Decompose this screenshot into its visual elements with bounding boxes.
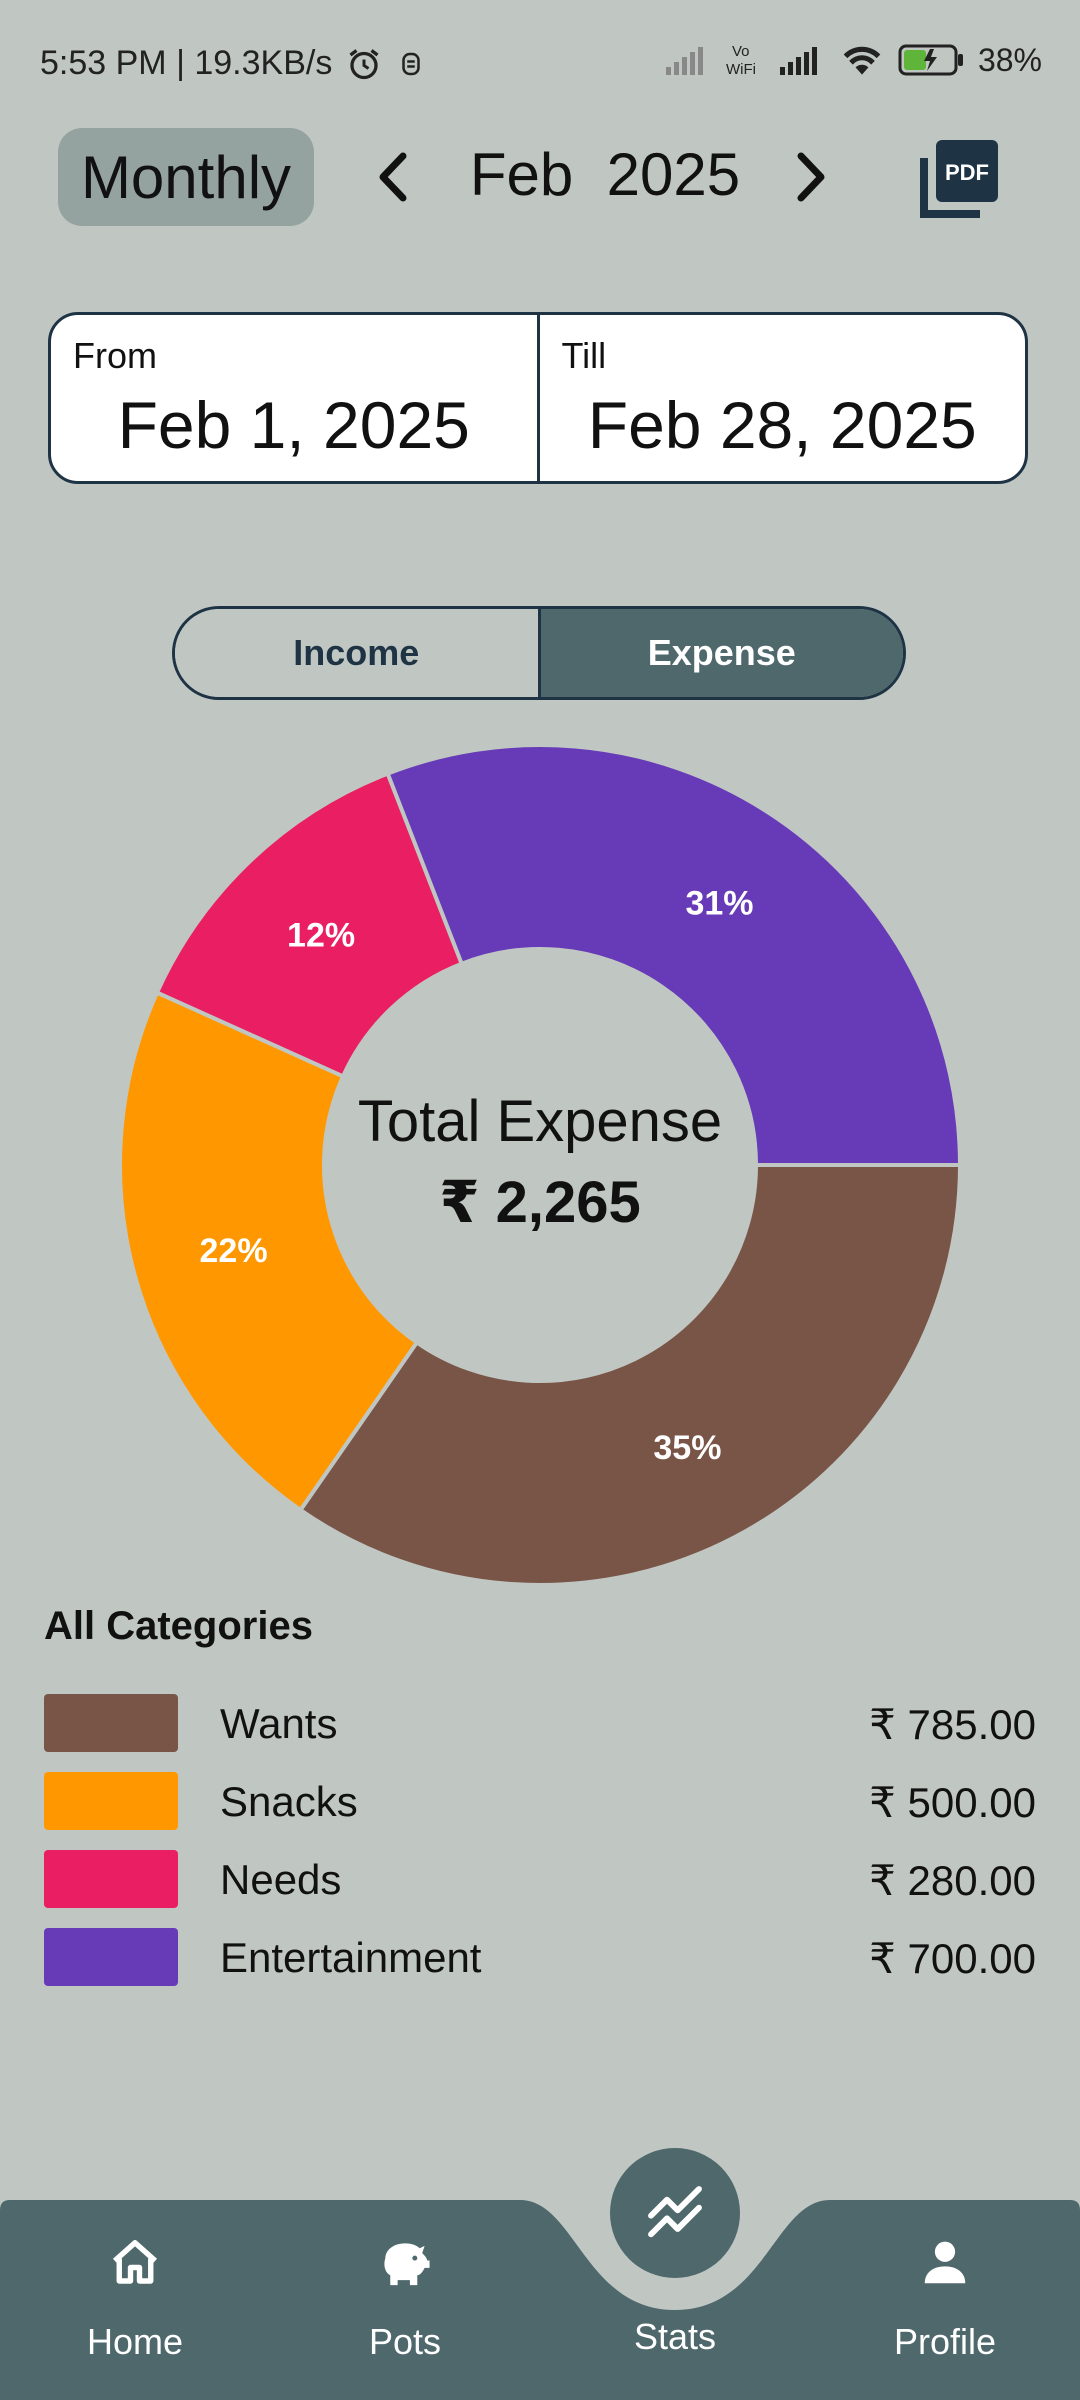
income-expense-toggle: Income Expense (172, 606, 906, 700)
export-pdf-button[interactable]: PDF (916, 136, 1002, 222)
bottom-navigation: Home Pots Stats Profile (0, 2148, 1080, 2400)
signal-icon (665, 45, 712, 75)
nav-profile[interactable]: Profile (845, 2236, 1045, 2363)
category-color-swatch (44, 1928, 178, 1986)
donut-label-entertainment: 31% (685, 885, 753, 923)
nav-stats-label: Stats (633, 2316, 717, 2357)
category-amount: ₹ 785.00 (869, 1701, 1036, 1748)
status-time: 5:53 PM | 19.3KB/s (40, 44, 333, 82)
nav-stats[interactable]: Stats (575, 2236, 775, 2358)
nav-home-label: Home (86, 2321, 184, 2362)
profile-icon (924, 2241, 966, 2284)
categories-heading: All Categories (44, 1604, 313, 1648)
chevron-right-icon (797, 152, 825, 202)
donut-label-wants: 35% (653, 1429, 721, 1467)
category-row-snacks[interactable]: Snacks ₹ 500.00 (44, 1772, 1036, 1850)
from-date-value: Feb 1, 2025 (117, 388, 470, 462)
period-selector-button[interactable]: Monthly (58, 128, 314, 226)
category-row-wants[interactable]: Wants ₹ 785.00 (44, 1694, 1036, 1772)
period-header: Monthly Feb 2025 PDF (0, 128, 1080, 228)
svg-text:WiFi: WiFi (726, 61, 756, 78)
chart-center-amount: ₹ 2,265 (439, 1170, 641, 1235)
battery-icon (898, 43, 964, 77)
svg-text:PDF: PDF (945, 160, 989, 185)
nav-pots-label: Pots (368, 2321, 442, 2362)
income-tab[interactable]: Income (175, 609, 538, 697)
battery-percent: 38% (977, 41, 1042, 78)
category-color-swatch (44, 1850, 178, 1908)
alarm-icon (346, 46, 382, 82)
nav-pots[interactable]: Pots (305, 2236, 505, 2363)
expense-tab[interactable]: Expense (537, 609, 903, 697)
from-label: From (73, 335, 157, 376)
category-list: Wants ₹ 785.00 Snacks ₹ 500.00 Needs ₹ 2… (44, 1694, 1036, 2006)
date-range-card: From Feb 1, 2025 Till Feb 28, 2025 (48, 312, 1028, 484)
prev-month-button[interactable] (360, 144, 426, 210)
piggy-bank-icon (384, 2243, 430, 2286)
category-name: Wants (220, 1700, 338, 1747)
status-left: 5:53 PM | 19.3KB/s (40, 44, 426, 83)
vowifi-icon: Vo WiFi (726, 40, 766, 80)
donut-label-needs: 12% (287, 916, 355, 954)
notification-icon (396, 49, 426, 79)
donut-label-snacks: 22% (200, 1232, 268, 1270)
wifi-icon (840, 43, 884, 77)
from-date-field[interactable]: From Feb 1, 2025 (51, 315, 537, 481)
svg-text:Vo: Vo (732, 43, 750, 60)
chart-center-title: Total Expense (357, 1089, 723, 1154)
category-amount: ₹ 700.00 (869, 1935, 1036, 1982)
till-date-field[interactable]: Till Feb 28, 2025 (536, 315, 1026, 481)
category-row-entertainment[interactable]: Entertainment ₹ 700.00 (44, 1928, 1036, 2006)
status-bar: 5:53 PM | 19.3KB/s Vo WiFi 38% (0, 0, 1080, 130)
current-month-label: Feb 2025 (469, 141, 741, 208)
category-name: Entertainment (220, 1934, 482, 1981)
nav-home[interactable]: Home (35, 2236, 235, 2363)
category-name: Snacks (220, 1778, 358, 1825)
category-name: Needs (220, 1856, 342, 1903)
category-amount: ₹ 280.00 (869, 1857, 1036, 1904)
category-color-swatch (44, 1694, 178, 1752)
donut-hole (326, 951, 754, 1379)
signal-icon-2 (779, 45, 826, 75)
category-color-swatch (44, 1772, 178, 1830)
category-row-needs[interactable]: Needs ₹ 280.00 (44, 1850, 1036, 1928)
till-date-value: Feb 28, 2025 (587, 388, 977, 462)
home-icon (112, 2240, 158, 2284)
till-label: Till (561, 335, 607, 376)
pdf-icon: PDF (920, 140, 998, 218)
nav-profile-label: Profile (893, 2321, 997, 2362)
expense-donut-chart: 35% 22% 12% 31% (118, 743, 963, 1587)
status-right: Vo WiFi 38% (665, 40, 1042, 80)
chevron-left-icon (379, 152, 407, 202)
category-amount: ₹ 500.00 (869, 1779, 1036, 1826)
next-month-button[interactable] (778, 144, 844, 210)
